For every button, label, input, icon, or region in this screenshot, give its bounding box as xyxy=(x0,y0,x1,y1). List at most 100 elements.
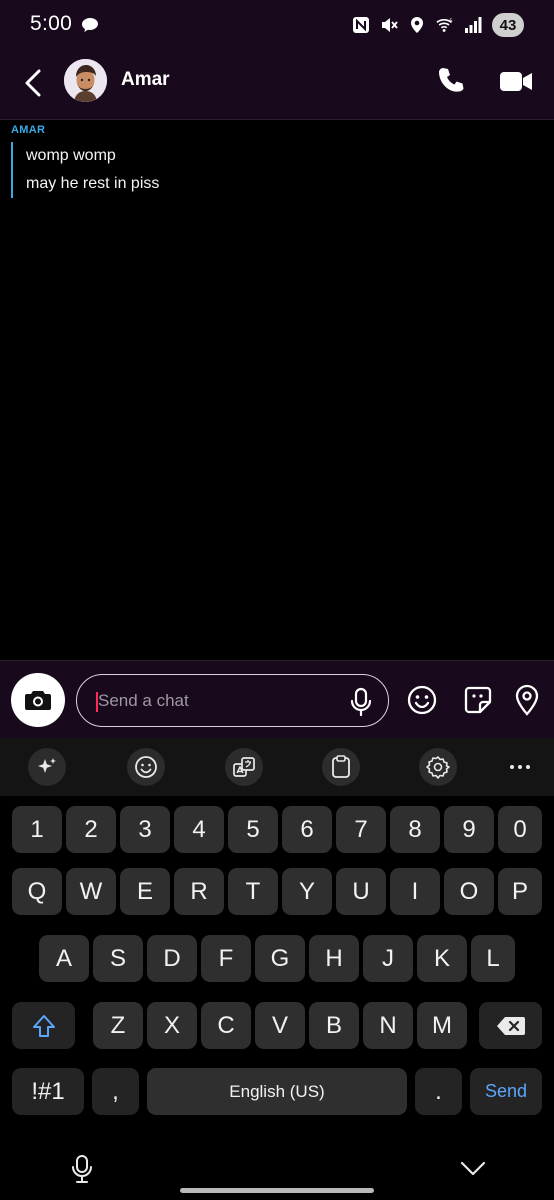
settings-gear-icon xyxy=(426,756,450,779)
top-bar: 5:00 5 43 Amar xyxy=(0,0,554,120)
key-4[interactable]: 4 xyxy=(174,806,224,853)
backspace-key[interactable] xyxy=(479,1002,542,1049)
microphone-icon[interactable] xyxy=(348,687,374,717)
mute-icon xyxy=(382,18,398,32)
key-h[interactable]: H xyxy=(309,935,359,982)
navigation-bar xyxy=(0,1136,554,1200)
key-8[interactable]: 8 xyxy=(390,806,440,853)
chat-placeholder: Send a chat xyxy=(98,691,189,710)
key-s[interactable]: S xyxy=(93,935,143,982)
keyboard: 1 2 3 4 5 6 7 8 9 0 Q W E R T Y U I O P … xyxy=(0,796,554,1136)
key-x[interactable]: X xyxy=(147,1002,197,1049)
key-2[interactable]: 2 xyxy=(66,806,116,853)
key-b[interactable]: B xyxy=(309,1002,359,1049)
send-key[interactable]: Send xyxy=(470,1068,542,1115)
key-5[interactable]: 5 xyxy=(228,806,278,853)
status-icons: 5 43 xyxy=(352,12,524,38)
signal-icon xyxy=(465,17,482,33)
key-o[interactable]: O xyxy=(444,868,494,915)
period-key[interactable]: . xyxy=(415,1068,462,1115)
chat-header: Amar xyxy=(0,54,554,114)
sender-name: AMAR xyxy=(11,124,46,136)
avatar[interactable] xyxy=(64,59,107,102)
key-d[interactable]: D xyxy=(147,935,197,982)
key-l[interactable]: L xyxy=(471,935,515,982)
key-k[interactable]: K xyxy=(417,935,467,982)
status-time: 5:00 xyxy=(30,12,73,35)
key-n[interactable]: N xyxy=(363,1002,413,1049)
key-f[interactable]: F xyxy=(201,935,251,982)
keyboard-settings-button[interactable] xyxy=(419,748,457,786)
more-icon xyxy=(510,765,530,769)
chat-input-bar: Send a chat xyxy=(0,660,554,738)
chat-text-field[interactable]: Send a chat xyxy=(76,674,389,727)
keyboard-toolbar xyxy=(0,738,554,796)
key-i[interactable]: I xyxy=(390,868,440,915)
message-icon xyxy=(82,18,98,32)
period-key-label: . xyxy=(435,1077,442,1105)
hide-keyboard-icon[interactable] xyxy=(458,1156,488,1180)
phone-icon[interactable] xyxy=(435,65,467,97)
shift-arrow-icon xyxy=(32,1014,55,1037)
contact-name[interactable]: Amar xyxy=(121,69,170,91)
translate-button[interactable] xyxy=(225,748,263,786)
emoji-keyboard-button[interactable] xyxy=(127,748,165,786)
space-bar-label: English (US) xyxy=(229,1081,325,1101)
translate-icon xyxy=(233,757,255,777)
key-v[interactable]: V xyxy=(255,1002,305,1049)
comma-key[interactable]: , xyxy=(92,1068,139,1115)
location-pin-icon[interactable] xyxy=(511,683,543,717)
emoji-icon xyxy=(135,756,157,778)
key-j[interactable]: J xyxy=(363,935,413,982)
nfc-icon xyxy=(353,17,369,33)
bitmoji-avatar-image xyxy=(64,59,107,102)
battery-indicator: 43 xyxy=(492,13,524,37)
key-1[interactable]: 1 xyxy=(12,806,62,853)
key-z[interactable]: Z xyxy=(93,1002,143,1049)
clipboard-icon xyxy=(332,755,350,778)
key-c[interactable]: C xyxy=(201,1002,251,1049)
key-e[interactable]: E xyxy=(120,868,170,915)
key-y[interactable]: Y xyxy=(282,868,332,915)
key-r[interactable]: R xyxy=(174,868,224,915)
location-icon xyxy=(411,17,423,33)
key-w[interactable]: W xyxy=(66,868,116,915)
wifi-icon: 5 xyxy=(436,18,453,32)
key-m[interactable]: M xyxy=(417,1002,467,1049)
sparkle-ai-icon xyxy=(38,758,56,773)
sparkle-ai-button[interactable] xyxy=(28,748,66,786)
emoji-icon[interactable] xyxy=(406,684,438,716)
svg-text:5: 5 xyxy=(450,18,453,24)
message-text[interactable]: womp womp xyxy=(26,142,159,170)
message-group: womp womp may he rest in piss xyxy=(11,142,159,198)
key-g[interactable]: G xyxy=(255,935,305,982)
back-arrow-icon[interactable] xyxy=(18,66,48,100)
shift-key[interactable] xyxy=(12,1002,75,1049)
key-p[interactable]: P xyxy=(498,868,542,915)
more-options-button[interactable] xyxy=(501,748,539,786)
clipboard-button[interactable] xyxy=(322,748,360,786)
video-camera-icon[interactable] xyxy=(498,66,534,96)
symbols-key[interactable]: !#1 xyxy=(12,1068,84,1115)
symbols-key-label: !#1 xyxy=(31,1077,65,1105)
key-t[interactable]: T xyxy=(228,868,278,915)
space-bar[interactable]: English (US) xyxy=(147,1068,407,1115)
camera-icon xyxy=(25,691,51,710)
key-q[interactable]: Q xyxy=(12,868,62,915)
key-a[interactable]: A xyxy=(39,935,89,982)
key-u[interactable]: U xyxy=(336,868,386,915)
camera-button[interactable] xyxy=(11,673,65,727)
send-key-label: Send xyxy=(484,1081,528,1101)
key-6[interactable]: 6 xyxy=(282,806,332,853)
sticker-icon[interactable] xyxy=(462,684,494,716)
key-7[interactable]: 7 xyxy=(336,806,386,853)
status-bar: 5:00 5 43 xyxy=(0,0,554,50)
message-text[interactable]: may he rest in piss xyxy=(26,170,159,198)
backspace-icon xyxy=(496,1016,525,1035)
key-3[interactable]: 3 xyxy=(120,806,170,853)
voice-input-icon[interactable] xyxy=(70,1154,94,1184)
key-0[interactable]: 0 xyxy=(498,806,542,853)
message-list[interactable]: AMAR womp womp may he rest in piss xyxy=(0,120,554,660)
key-9[interactable]: 9 xyxy=(444,806,494,853)
home-indicator[interactable] xyxy=(180,1188,374,1193)
